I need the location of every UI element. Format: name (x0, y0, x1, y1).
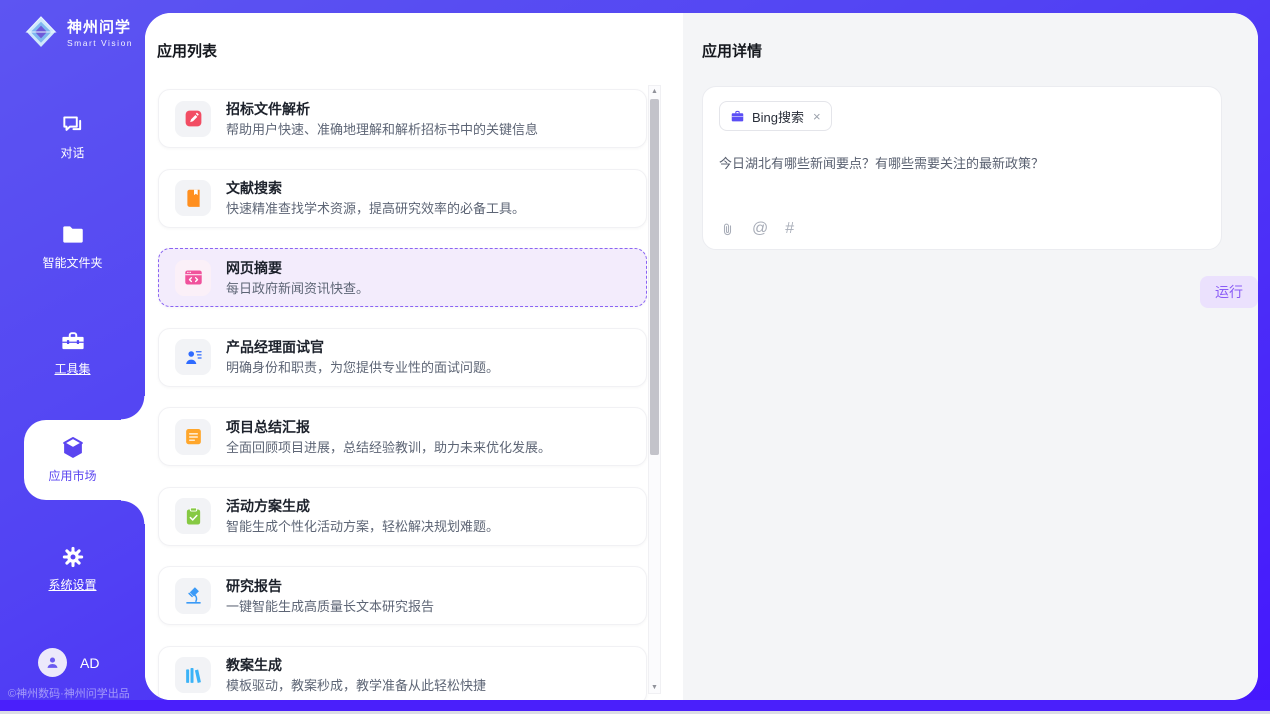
scrollbar-track[interactable]: ▲ ▼ (648, 85, 661, 694)
folder-icon (60, 222, 86, 248)
app-title: 活动方案生成 (226, 497, 499, 515)
sidebar-item-label: 系统设置 (0, 576, 145, 593)
note-icon (175, 419, 211, 455)
close-icon[interactable]: × (813, 109, 821, 124)
app-desc: 一键智能生成高质量长文本研究报告 (226, 598, 434, 615)
scroll-down-icon[interactable]: ▼ (649, 684, 660, 691)
run-button[interactable]: 运行 (1200, 276, 1258, 308)
cube-icon (60, 435, 86, 461)
attachment-icon[interactable] (720, 222, 735, 237)
toolbox-icon (60, 328, 86, 354)
app-desc: 帮助用户快速、准确地理解和解析招标书中的关键信息 (226, 121, 538, 138)
books-icon (175, 657, 211, 693)
sidebar-item-label: 工具集 (0, 360, 145, 377)
sidebar-item-toolset[interactable]: 工具集 (0, 328, 145, 377)
app-title: 研究报告 (226, 577, 434, 595)
run-row: 运行 (702, 276, 1258, 308)
app-list-item-web-summary[interactable]: 网页摘要 每日政府新闻资讯快查。 (158, 248, 647, 307)
brand-name: 神州问学 (67, 16, 133, 37)
app-title: 产品经理面试官 (226, 338, 499, 356)
app-title: 教案生成 (226, 656, 486, 674)
sidebar: 神州问学 Smart Vision 对话 智能文件夹 工具集 (0, 0, 145, 700)
app-title: 项目总结汇报 (226, 418, 551, 436)
app-title: 招标文件解析 (226, 100, 538, 118)
clipboard-check-icon (175, 498, 211, 534)
sidebar-item-smart-folder[interactable]: 智能文件夹 (0, 222, 145, 271)
app-title: 文献搜索 (226, 179, 525, 197)
interviewer-icon (175, 339, 211, 375)
app-list-item-lesson-plan[interactable]: 教案生成 模板驱动，教案秒成，教学准备从此轻松快捷 (158, 646, 647, 701)
prompt-card: Bing搜索 × 今日湖北有哪些新闻要点？有哪些需要关注的最新政策？ @ # (702, 86, 1222, 250)
app-list-item-pm-interviewer[interactable]: 产品经理面试官 明确身份和职责，为您提供专业性的面试问题。 (158, 328, 647, 387)
app-desc: 每日政府新闻资讯快查。 (226, 280, 369, 297)
prompt-input[interactable]: 今日湖北有哪些新闻要点？有哪些需要关注的最新政策？ (719, 155, 1205, 173)
app-desc: 快速精准查找学术资源，提高研究效率的必备工具。 (226, 200, 525, 217)
copyright-footer: ©神州数码·神州问学出品 (8, 685, 130, 701)
app-desc: 明确身份和职责，为您提供专业性的面试问题。 (226, 359, 499, 376)
app-detail-title: 应用详情 (702, 40, 1258, 61)
sidebar-item-label: 智能文件夹 (0, 254, 145, 271)
edit-square-icon (175, 101, 211, 137)
user-account[interactable]: AD (38, 648, 99, 677)
app-list: 招标文件解析 帮助用户快速、准确地理解和解析招标书中的关键信息 文献搜索 快速精… (158, 89, 647, 700)
browser-code-icon (175, 260, 211, 296)
chat-icon (60, 112, 86, 138)
scroll-up-icon[interactable]: ▲ (649, 88, 660, 95)
tool-chip-label: Bing搜索 (752, 107, 804, 126)
app-list-item-bid-parse[interactable]: 招标文件解析 帮助用户快速、准确地理解和解析招标书中的关键信息 (158, 89, 647, 148)
sidebar-item-app-market[interactable]: 应用市场 (0, 420, 145, 500)
app-desc: 全面回顾项目进展，总结经验教训，助力未来优化发展。 (226, 439, 551, 456)
app-title: 网页摘要 (226, 259, 369, 277)
app-list-item-event-plan[interactable]: 活动方案生成 智能生成个性化活动方案，轻松解决规划难题。 (158, 487, 647, 546)
brand-logo: 神州问学 Smart Vision (22, 13, 133, 51)
sidebar-item-chat[interactable]: 对话 (0, 112, 145, 161)
gem-logo-icon (22, 13, 60, 51)
app-list-item-project-summary[interactable]: 项目总结汇报 全面回顾项目进展，总结经验教训，助力未来优化发展。 (158, 407, 647, 466)
microscope-icon (175, 578, 211, 614)
bottom-accent-bar (0, 700, 1270, 711)
mention-icon[interactable]: @ (752, 221, 768, 237)
prompt-toolbar: @ # (720, 221, 794, 237)
user-initials: AD (80, 655, 99, 671)
gear-icon (60, 544, 86, 570)
sidebar-item-settings[interactable]: 系统设置 (0, 544, 145, 593)
app-desc: 智能生成个性化活动方案，轻松解决规划难题。 (226, 518, 499, 535)
book-icon (175, 180, 211, 216)
app-list-item-research-report[interactable]: 研究报告 一键智能生成高质量长文本研究报告 (158, 566, 647, 625)
app-desc: 模板驱动，教案秒成，教学准备从此轻松快捷 (226, 677, 486, 694)
app-list-item-literature-search[interactable]: 文献搜索 快速精准查找学术资源，提高研究效率的必备工具。 (158, 169, 647, 228)
avatar (38, 648, 67, 677)
scrollbar-thumb[interactable] (650, 99, 659, 455)
tool-chip-bing-search[interactable]: Bing搜索 × (719, 101, 832, 131)
brand-subtitle: Smart Vision (67, 38, 133, 48)
app-list-panel: 应用列表 招标文件解析 帮助用户快速、准确地理解和解析招标书中的关键信息 文献搜… (145, 13, 683, 700)
sidebar-item-label: 应用市场 (0, 467, 145, 484)
user-avatar-icon (44, 654, 61, 671)
sidebar-item-label: 对话 (0, 144, 145, 161)
app-detail-panel: 应用详情 Bing搜索 × 今日湖北有哪些新闻要点？有哪些需要关注的最新政策？ (683, 13, 1258, 700)
hashtag-icon[interactable]: # (785, 221, 794, 237)
briefcase-icon (730, 109, 745, 124)
app-list-title: 应用列表 (157, 40, 683, 61)
content-area: 应用列表 招标文件解析 帮助用户快速、准确地理解和解析招标书中的关键信息 文献搜… (145, 13, 1258, 700)
